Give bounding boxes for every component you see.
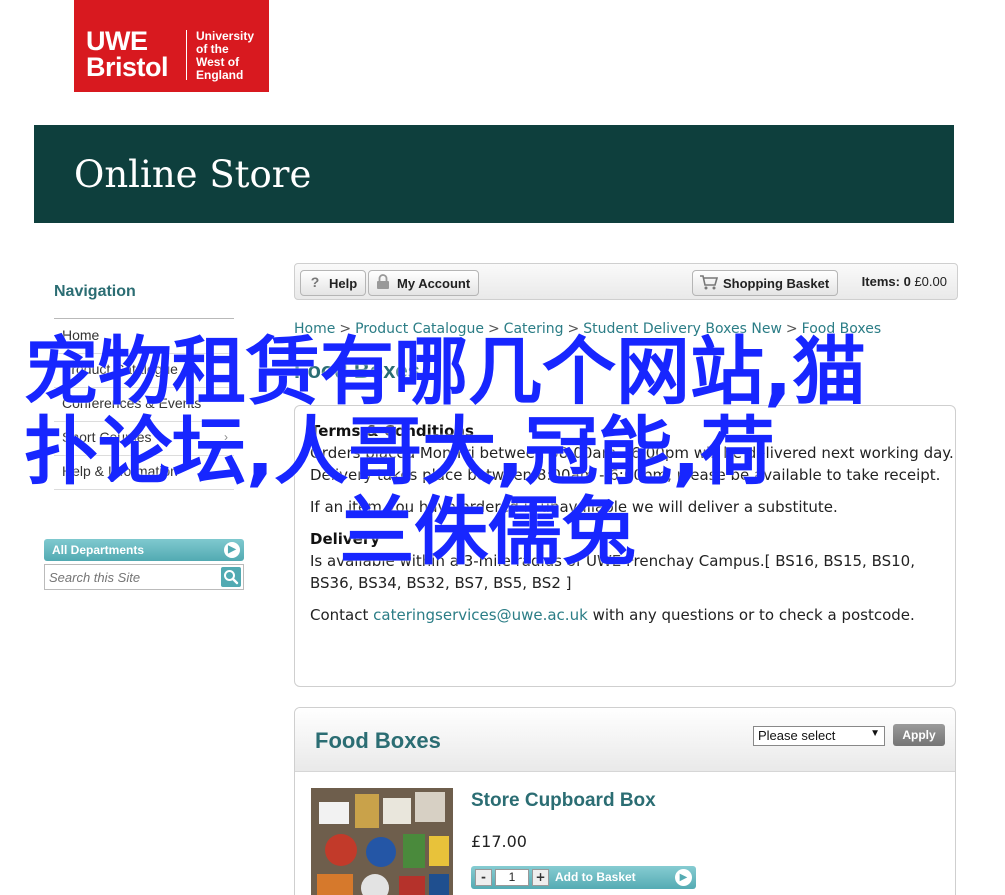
banner-title: Online Store: [74, 153, 312, 196]
increase-quantity-button[interactable]: +: [532, 869, 549, 886]
breadcrumb-food-boxes[interactable]: Food Boxes: [802, 321, 882, 337]
product-image[interactable]: [311, 788, 453, 895]
help-button[interactable]: ? Help: [300, 270, 367, 296]
basket-summary: Items: 0 £0.00: [861, 274, 947, 289]
sort-select[interactable]: Please select ▼: [753, 726, 885, 746]
breadcrumb-product-catalogue[interactable]: Product Catalogue: [355, 321, 484, 337]
logo-university-name: University of the West of England: [196, 29, 255, 82]
terms-panel: Terms & Conditions Orders placed Mon-Fri…: [294, 405, 956, 687]
contact-text: Contact cateringservices@uwe.ac.uk with …: [310, 606, 915, 624]
lock-icon: [375, 274, 391, 292]
breadcrumb-home[interactable]: Home: [294, 321, 335, 337]
all-departments-dropdown[interactable]: All Departments ▶: [44, 539, 244, 561]
food-boxes-panel: Food Boxes Please select ▼ Apply Store C…: [294, 707, 956, 895]
search-button[interactable]: [221, 567, 241, 587]
logo-wordmark: UWE Bristol: [86, 26, 169, 82]
delivery-text: Is available within a 3-mile radius of U…: [310, 552, 915, 592]
delivery-heading: Delivery: [310, 530, 381, 548]
substitute-text: If an item you have ordered is unavailab…: [310, 498, 838, 516]
store-toolbar: ? Help My Account Shopping Basket Items:…: [294, 263, 958, 300]
navigation-heading: Navigation: [54, 283, 136, 300]
breadcrumb-catering[interactable]: Catering: [504, 321, 564, 337]
food-boxes-title: Food Boxes: [315, 728, 441, 753]
decrease-quantity-button[interactable]: -: [475, 869, 492, 886]
add-to-basket-button[interactable]: Add to Basket: [555, 870, 636, 884]
cart-icon: [699, 274, 719, 292]
product-price: £17.00: [471, 832, 527, 851]
chevron-down-icon: ▼: [870, 728, 880, 739]
apply-button[interactable]: Apply: [893, 724, 945, 746]
sidebar-item-short-courses[interactable]: Short Courses ›: [54, 422, 234, 456]
site-search: [44, 564, 244, 590]
logo-divider: [186, 30, 187, 80]
product-photo: [311, 788, 453, 895]
sidebar-item-help-information[interactable]: Help & Information: [54, 456, 234, 490]
my-account-button[interactable]: My Account: [368, 270, 480, 296]
breadcrumb-student-delivery-boxes[interactable]: Student Delivery Boxes New: [583, 321, 782, 337]
sidebar-nav: Home Product Catalogue Conferences & Eve…: [54, 320, 234, 490]
arrow-right-icon: ▶: [224, 542, 240, 558]
contact-email-link[interactable]: cateringservices@uwe.ac.uk: [373, 606, 588, 624]
food-boxes-header: Food Boxes Please select ▼ Apply: [295, 708, 955, 772]
sidebar-item-home[interactable]: Home: [54, 320, 234, 354]
search-icon: [224, 570, 239, 585]
sidebar-item-conferences-events[interactable]: Conferences & Events: [54, 388, 234, 422]
store-banner: Online Store: [34, 125, 954, 223]
quantity-input[interactable]: 1: [495, 869, 529, 886]
terms-heading: Terms & Conditions: [310, 422, 474, 440]
arrow-right-icon: ▶: [675, 869, 692, 886]
help-icon: ?: [310, 274, 320, 290]
navigation-divider: [54, 318, 234, 319]
terms-text: Orders placed Mon-Fri between 08:00am - …: [310, 444, 954, 484]
shopping-basket-button[interactable]: Shopping Basket: [692, 270, 839, 296]
search-input[interactable]: [49, 568, 219, 586]
add-to-basket-bar: - 1 + Add to Basket ▶: [471, 866, 696, 889]
chevron-right-icon: ›: [224, 430, 228, 444]
page-title: Food Boxes: [294, 358, 420, 383]
uwe-logo[interactable]: UWE Bristol University of the West of En…: [74, 0, 269, 92]
sidebar-item-product-catalogue[interactable]: Product Catalogue: [54, 354, 234, 388]
product-name[interactable]: Store Cupboard Box: [471, 790, 656, 812]
breadcrumb: Home > Product Catalogue > Catering > Student …: [294, 321, 882, 337]
